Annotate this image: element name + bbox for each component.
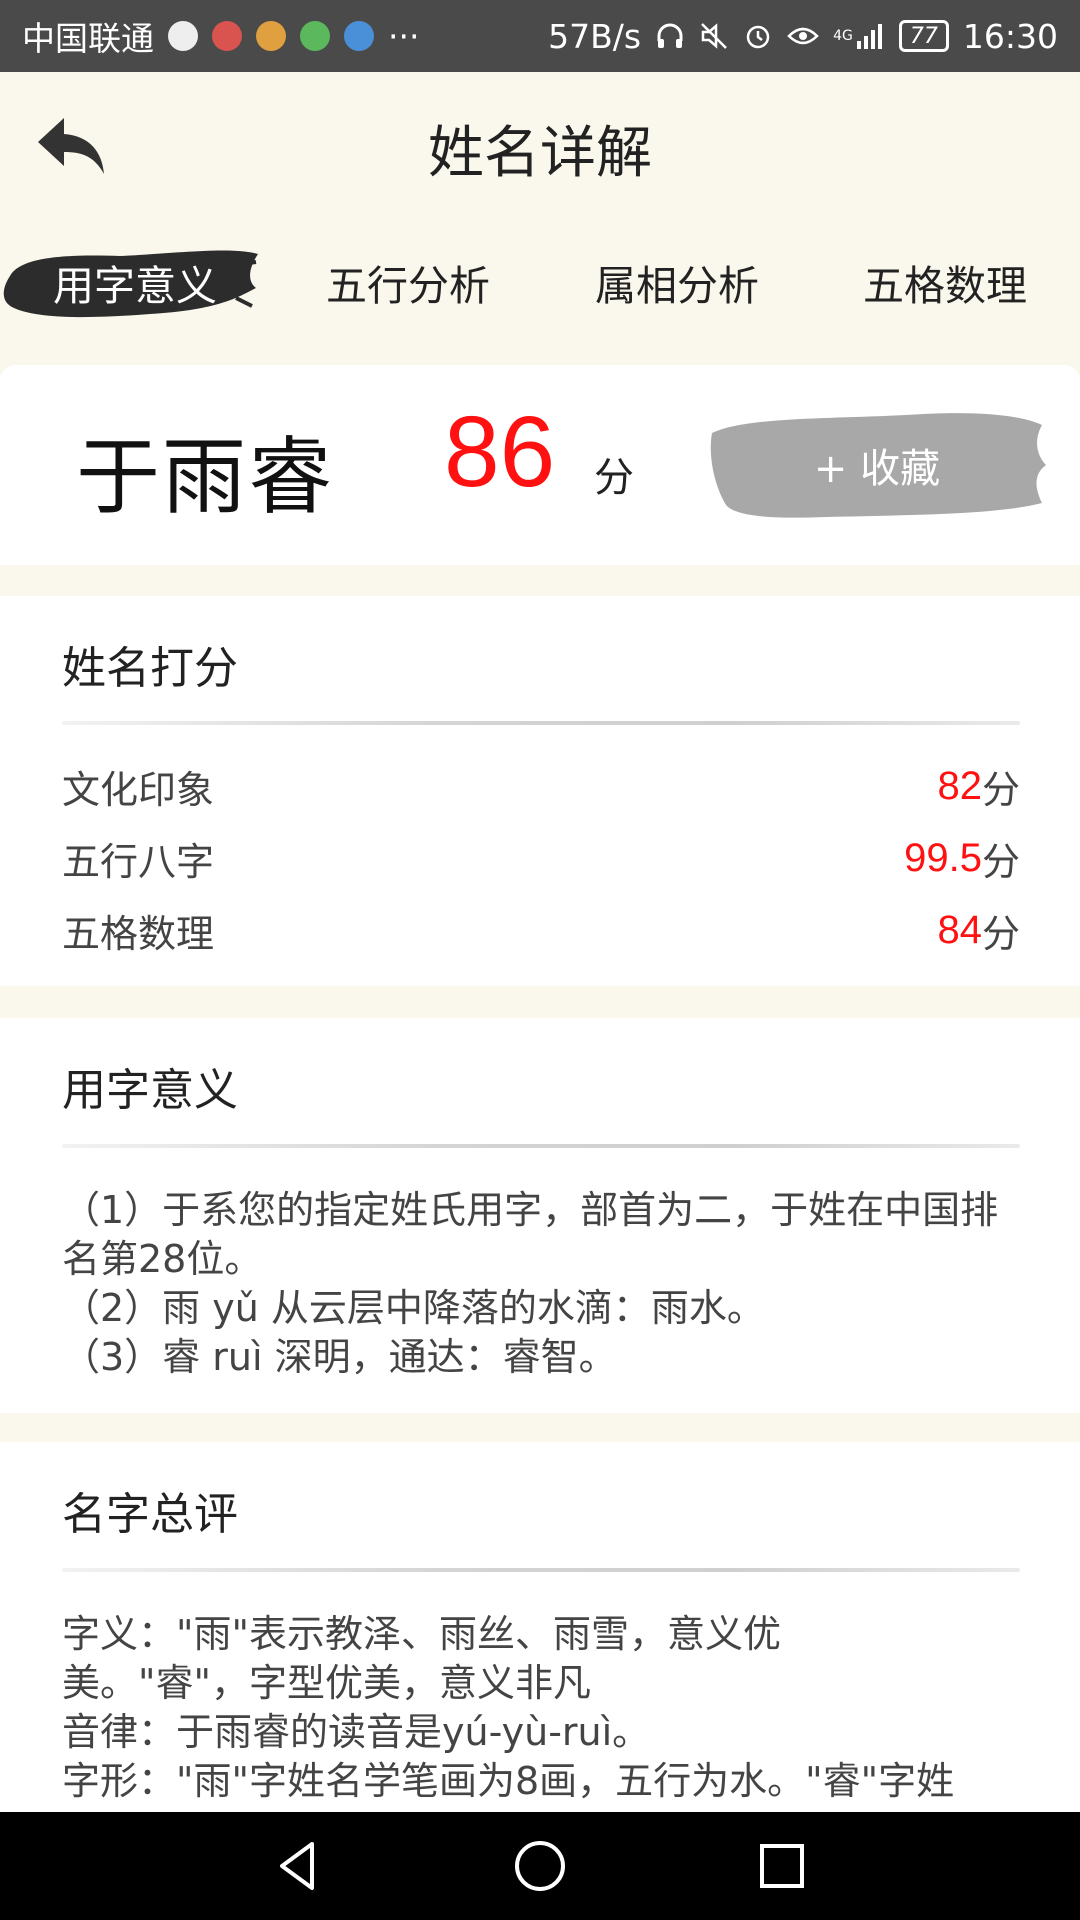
network-speed: 57B/s — [548, 16, 642, 56]
total-score: 86 — [444, 396, 556, 508]
tab-five-grids[interactable]: 五格数理 — [835, 242, 1055, 322]
app-notification-icon — [344, 21, 374, 51]
rating-label: 五行八字 — [62, 839, 215, 884]
navigation-bar — [0, 1812, 1080, 1920]
divider — [62, 721, 1020, 725]
mute-icon — [699, 21, 729, 51]
divider — [62, 1568, 1020, 1572]
summary-card: 名字总评 字义："雨"表示教泽、雨丝、雨雪，意义优美。"睿"，字型优美，意义非凡… — [0, 1442, 1080, 1812]
recents-nav-icon[interactable] — [752, 1836, 812, 1896]
status-right: 57B/s 4G 77 16:30 — [548, 17, 1058, 56]
divider — [62, 1144, 1020, 1148]
rating-value: 84 — [937, 907, 982, 952]
alarm-icon — [743, 21, 773, 51]
section-title: 名字总评 — [62, 1489, 238, 1540]
tab-meaning[interactable]: 用字意义 — [0, 242, 270, 322]
status-left: 中国联通 ··· — [22, 12, 419, 60]
section-title: 姓名打分 — [62, 643, 238, 694]
summary-line: 字形："雨"字姓名学笔画为8画，五行为水。"睿"字姓 — [62, 1759, 955, 1803]
header: 姓名详解 — [0, 72, 1080, 222]
signal-icon: 4G — [833, 21, 885, 51]
rating-value: 82 — [937, 763, 982, 808]
meaning-card: 用字意义 （1）于系您的指定姓氏用字，部首为二，于姓在中国排名第28位。 （2）… — [0, 1018, 1080, 1413]
tab-bar: 用字意义 五行分析 属相分析 五格数理 — [0, 222, 1080, 332]
rating-value: 99.5 — [904, 835, 982, 880]
rating-unit: 分 — [981, 767, 1020, 812]
favorite-button[interactable]: + 收藏 — [706, 405, 1048, 525]
rating-row: 文化印象 82 分 — [62, 756, 1020, 816]
score-unit: 分 — [594, 455, 634, 501]
meaning-line: （1）于系您的指定姓氏用字，部首为二，于姓在中国排名第28位。 — [62, 1188, 999, 1281]
home-nav-icon[interactable] — [510, 1836, 570, 1896]
name-display: 于雨睿 — [76, 428, 335, 526]
summary-line: 音律：于雨睿的读音是yú-yù-ruì。 — [62, 1710, 651, 1754]
battery-icon: 77 — [898, 20, 949, 52]
score-card: 于雨睿 86 分 + 收藏 — [0, 365, 1080, 565]
tab-zodiac[interactable]: 属相分析 — [567, 242, 787, 322]
tab-five-elements[interactable]: 五行分析 — [298, 242, 518, 322]
carrier-label: 中国联通 — [22, 19, 154, 58]
summary-text: 字义："雨"表示教泽、雨丝、雨雪，意义优美。"睿"，字型优美，意义非凡 音律：于… — [62, 1610, 954, 1806]
back-nav-icon[interactable] — [268, 1836, 328, 1896]
rating-label: 五格数理 — [62, 911, 215, 956]
more-notifications-icon: ··· — [388, 16, 420, 56]
favorite-label: + 收藏 — [813, 446, 941, 492]
headphones-icon — [655, 21, 685, 51]
rating-label: 文化印象 — [62, 767, 215, 812]
meaning-line: （2）雨 yǔ 从云层中降落的水滴：雨水。 — [62, 1286, 765, 1330]
eye-comfort-icon — [787, 21, 819, 51]
app-notification-icon — [256, 21, 286, 51]
section-title: 用字意义 — [62, 1065, 238, 1116]
rating-unit: 分 — [981, 911, 1020, 956]
status-bar: 中国联通 ··· 57B/s 4G 77 16:30 — [0, 0, 1080, 72]
rating-row: 五格数理 84 分 — [62, 900, 1020, 960]
rating-row: 五行八字 99.5 分 — [62, 828, 1020, 888]
app-notification-icon — [212, 21, 242, 51]
rating-card: 姓名打分 文化印象 82 分 五行八字 99.5 分 五格数理 84 分 — [0, 596, 1080, 986]
app-notification-icon — [168, 21, 198, 51]
meaning-line: （3）睿 ruì 深明，通达：睿智。 — [62, 1335, 617, 1379]
meaning-text: （1）于系您的指定姓氏用字，部首为二，于姓在中国排名第28位。 （2）雨 yǔ … — [62, 1186, 1022, 1382]
play-store-icon — [300, 21, 330, 51]
rating-unit: 分 — [981, 839, 1020, 884]
clock: 16:30 — [962, 16, 1058, 56]
summary-line: 字义："雨"表示教泽、雨丝、雨雪，意义优美。"睿"，字型优美，意义非凡 — [62, 1612, 781, 1705]
page-title: 姓名详解 — [428, 121, 652, 186]
